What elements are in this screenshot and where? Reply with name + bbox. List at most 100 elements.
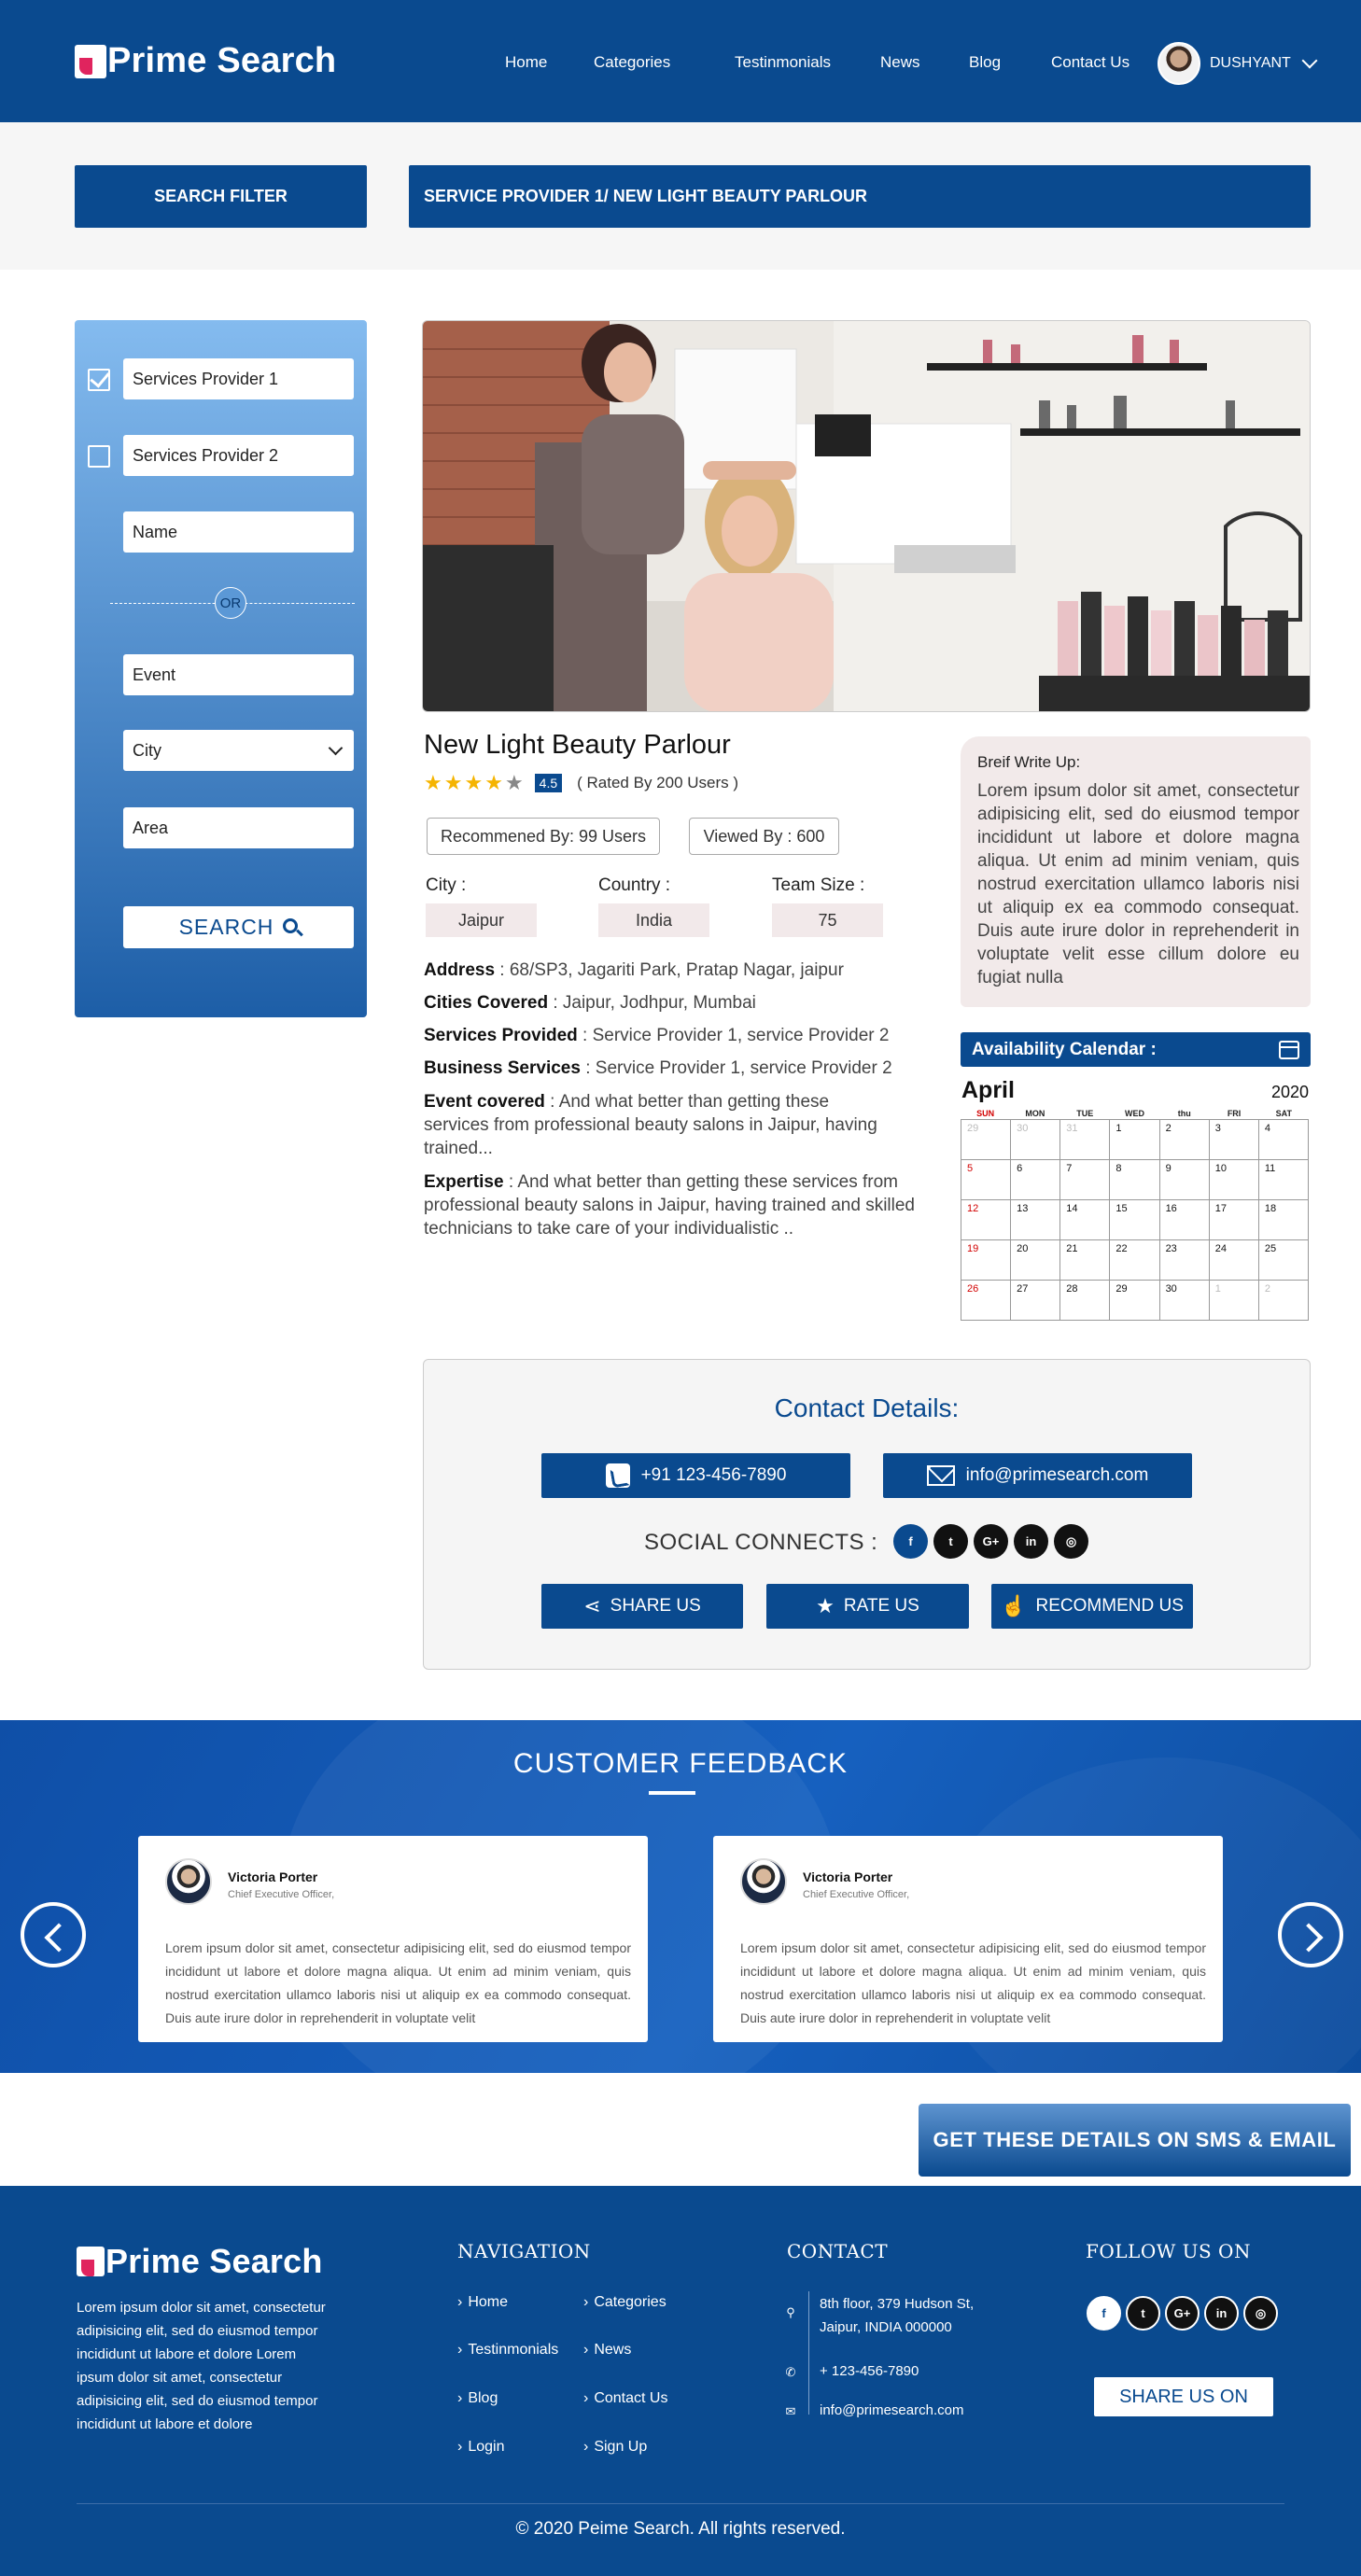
calendar-day[interactable]: 29 xyxy=(1110,1281,1160,1321)
linkedin-icon[interactable]: in xyxy=(1014,1524,1048,1559)
google-plus-icon[interactable]: G+ xyxy=(1165,2296,1200,2331)
calendar-day[interactable]: 10 xyxy=(1209,1160,1259,1200)
nav-categories[interactable]: Categories xyxy=(594,53,670,72)
calendar-day[interactable]: 29 xyxy=(961,1120,1012,1160)
calendar-day[interactable]: 23 xyxy=(1159,1240,1210,1281)
footer-link-login[interactable]: Login xyxy=(457,2439,504,2456)
provider2-field[interactable]: Services Provider 2 xyxy=(123,435,354,476)
calendar-day[interactable]: 27 xyxy=(1011,1281,1061,1321)
calendar-day[interactable]: 15 xyxy=(1110,1200,1160,1240)
facebook-icon[interactable]: f xyxy=(893,1524,928,1559)
footer-logo[interactable]: Prime Search xyxy=(77,2242,323,2281)
share-icon: ⋖ xyxy=(583,1594,601,1617)
weekday: SUN xyxy=(976,1109,995,1118)
nav-blog[interactable]: Blog xyxy=(969,53,1001,72)
share-us-button[interactable]: ⋖ SHARE US xyxy=(541,1584,743,1629)
calendar-day[interactable]: 31 xyxy=(1060,1120,1111,1160)
calendar-day[interactable]: 7 xyxy=(1060,1160,1111,1200)
testimonial-text: Lorem ipsum dolor sit amet, consectetur … xyxy=(165,1940,631,2025)
calendar-day[interactable]: 11 xyxy=(1258,1160,1309,1200)
twitter-icon[interactable]: t xyxy=(933,1524,968,1559)
calendar-day[interactable]: 2 xyxy=(1159,1120,1210,1160)
calendar-day[interactable]: 12 xyxy=(961,1200,1012,1240)
calendar-day[interactable]: 6 xyxy=(1011,1160,1061,1200)
prev-arrow-icon[interactable] xyxy=(21,1902,86,1967)
calendar-title: Availability Calendar : xyxy=(972,1039,1157,1059)
calendar-day[interactable]: 25 xyxy=(1258,1240,1309,1281)
footer-phone: + 123-456-7890 xyxy=(820,2363,919,2379)
calendar-day[interactable]: 26 xyxy=(961,1281,1012,1321)
calendar-month: April xyxy=(961,1077,1015,1103)
weekday: WED xyxy=(1124,1109,1144,1118)
footer-share-button[interactable]: SHARE US ON xyxy=(1094,2377,1273,2416)
calendar-day[interactable]: 14 xyxy=(1060,1200,1111,1240)
calendar-day[interactable]: 4 xyxy=(1258,1120,1309,1160)
calendar-day[interactable]: 30 xyxy=(1159,1281,1210,1321)
calendar-day[interactable]: 19 xyxy=(961,1240,1012,1281)
calendar-day[interactable]: 17 xyxy=(1209,1200,1259,1240)
user-menu[interactable]: DUSHYANT xyxy=(1158,42,1318,85)
footer-link-sign-up[interactable]: Sign Up xyxy=(583,2439,647,2456)
calendar-day[interactable]: 20 xyxy=(1011,1240,1061,1281)
calendar-day[interactable]: 1 xyxy=(1209,1281,1259,1321)
calendar-day[interactable]: 8 xyxy=(1110,1160,1160,1200)
calendar-day[interactable]: 24 xyxy=(1209,1240,1259,1281)
provider1-checkbox[interactable] xyxy=(88,369,110,391)
footer-link-contact-us[interactable]: Contact Us xyxy=(583,2390,667,2407)
footer-link-blog[interactable]: Blog xyxy=(457,2390,498,2407)
calendar-day[interactable]: 1 xyxy=(1110,1120,1160,1160)
linkedin-icon[interactable]: in xyxy=(1204,2296,1239,2331)
search-filter-button[interactable]: SEARCH FILTER xyxy=(75,165,367,228)
calendar-year: 2020 xyxy=(1271,1083,1310,1101)
nav-news[interactable]: News xyxy=(880,53,920,72)
business-services-row: Business Services : Service Provider 1, … xyxy=(424,1057,947,1080)
instagram-icon[interactable]: ◎ xyxy=(1243,2296,1278,2331)
calendar-day[interactable]: 22 xyxy=(1110,1240,1160,1281)
footer-link-categories[interactable]: Categories xyxy=(583,2294,666,2311)
search-icon xyxy=(283,917,299,933)
twitter-icon[interactable]: t xyxy=(1126,2296,1160,2331)
address-row: Address : 68/SP3, Jagariti Park, Pratap … xyxy=(424,959,947,982)
google-plus-icon[interactable]: G+ xyxy=(974,1524,1008,1559)
calendar-day[interactable]: 13 xyxy=(1011,1200,1061,1240)
provider1-field[interactable]: Services Provider 1 xyxy=(123,358,354,399)
calendar-day[interactable]: 30 xyxy=(1011,1120,1061,1160)
footer-link-testimonials[interactable]: Testinmonials xyxy=(457,2342,558,2359)
logo[interactable]: Prime Search xyxy=(75,41,336,81)
recommend-us-button[interactable]: ☝ RECOMMEND US xyxy=(991,1584,1193,1629)
calendar-day[interactable]: 9 xyxy=(1159,1160,1210,1200)
calendar-day[interactable]: 2 xyxy=(1258,1281,1309,1321)
calendar-day[interactable]: 28 xyxy=(1060,1281,1111,1321)
nav-testimonials[interactable]: Testinmonials xyxy=(735,53,831,72)
city-select[interactable]: City xyxy=(123,730,354,771)
address-label: Address xyxy=(424,960,496,980)
calendar-day[interactable]: 18 xyxy=(1258,1200,1309,1240)
nav-home[interactable]: Home xyxy=(505,53,547,72)
rate-us-button[interactable]: ★ RATE US xyxy=(766,1584,969,1629)
calendar-day[interactable]: 16 xyxy=(1159,1200,1210,1240)
search-button[interactable]: SEARCH xyxy=(123,906,354,948)
footer-contact-title: CONTACT xyxy=(787,2240,889,2262)
facebook-icon[interactable]: f xyxy=(1087,2296,1121,2331)
logo-icon xyxy=(75,44,106,78)
instagram-icon[interactable]: ◎ xyxy=(1054,1524,1088,1559)
calendar-day[interactable]: 3 xyxy=(1209,1120,1259,1160)
footer-link-home[interactable]: Home xyxy=(457,2294,508,2311)
next-arrow-icon[interactable] xyxy=(1278,1902,1343,1967)
area-input[interactable]: Area xyxy=(123,807,354,848)
calendar-icon[interactable] xyxy=(1279,1041,1299,1059)
calendar-day[interactable]: 5 xyxy=(961,1160,1012,1200)
email-button[interactable]: info@primesearch.com xyxy=(883,1453,1192,1498)
calendar-day[interactable]: 21 xyxy=(1060,1240,1111,1281)
footer-email[interactable]: info@primesearch.com xyxy=(820,2399,963,2422)
calendar-weekdays: SUN MON TUE WED thu FRI SAT xyxy=(961,1109,1309,1119)
phone-button[interactable]: +91 123-456-7890 xyxy=(541,1453,850,1498)
footer-link-news[interactable]: News xyxy=(583,2342,631,2359)
nav-contact-us[interactable]: Contact Us xyxy=(1051,53,1129,72)
name-input[interactable]: Name xyxy=(123,511,354,553)
event-input[interactable]: Event xyxy=(123,654,354,695)
provider2-checkbox[interactable] xyxy=(88,445,110,468)
sms-email-button[interactable]: GET THESE DETAILS ON SMS & EMAIL xyxy=(919,2104,1351,2177)
calendar-grid: SUN MON TUE WED thu FRI SAT 29 30 31 1 2 3 4 5 6… xyxy=(961,1109,1309,1321)
country-value: India xyxy=(598,903,709,937)
